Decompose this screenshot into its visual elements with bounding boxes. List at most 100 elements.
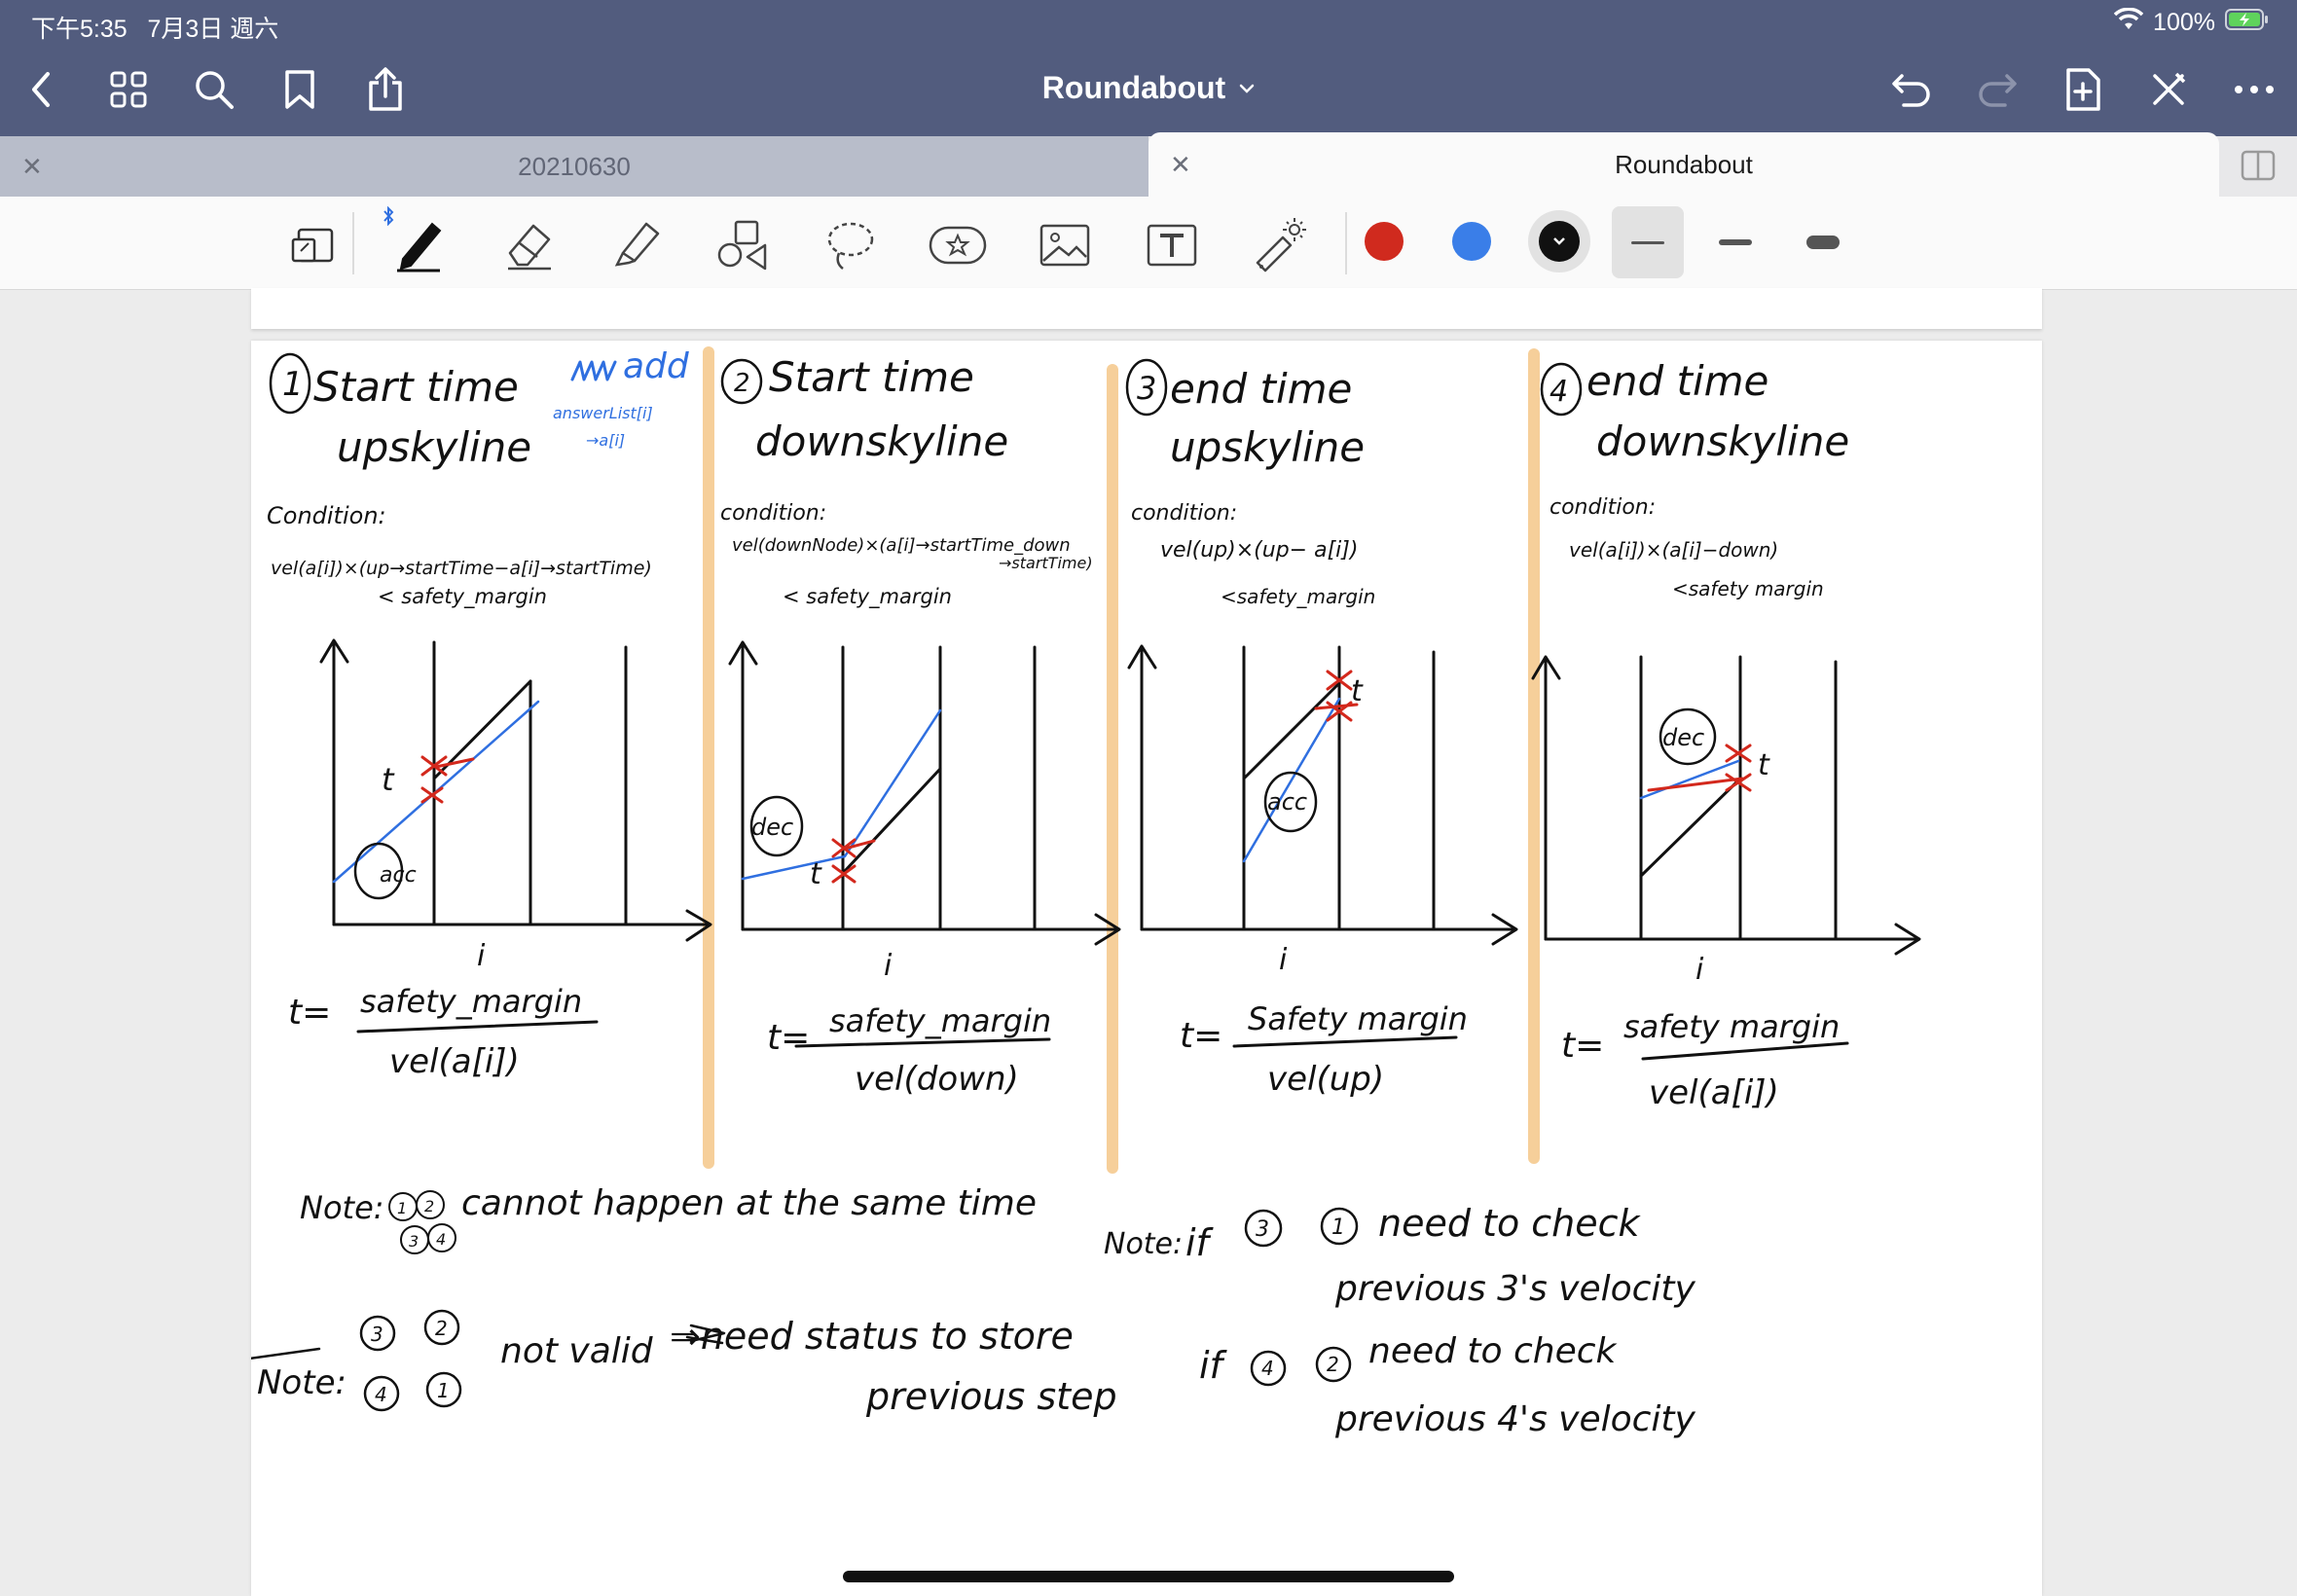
eraser-tool[interactable] bbox=[498, 214, 561, 276]
split-view-icon[interactable] bbox=[2241, 150, 2276, 186]
section-2-condition: vel(downNode)×(a[i]→startTime_down bbox=[732, 535, 1071, 556]
graph-4 bbox=[1531, 655, 1921, 956]
section-4-title-line2: downskyline bbox=[1596, 417, 1849, 465]
add-page-button[interactable] bbox=[2056, 62, 2110, 117]
tab-20210630[interactable]: ✕ 20210630 bbox=[0, 136, 1148, 197]
section-3-formula-lhs: t= bbox=[1180, 1016, 1222, 1056]
tab-roundabout[interactable]: ✕ Roundabout bbox=[1148, 132, 2219, 197]
section-4-number: 4 bbox=[1550, 375, 1568, 409]
share-icon bbox=[369, 67, 402, 111]
color-swatch-black-selected[interactable] bbox=[1528, 210, 1590, 272]
section-2-title-line2: downskyline bbox=[755, 417, 1008, 465]
bookmark-button[interactable] bbox=[273, 62, 327, 117]
image-tool[interactable] bbox=[1034, 214, 1096, 276]
search-button[interactable] bbox=[187, 62, 241, 117]
undo-button[interactable] bbox=[1884, 62, 1939, 117]
add-page-icon bbox=[2066, 68, 2100, 111]
document-title-menu[interactable]: Roundabout bbox=[1042, 70, 1255, 106]
top-bar: 下午5:35 7月3日 週六 100% Roundabout bbox=[0, 0, 2297, 136]
document-title-area: Roundabout bbox=[0, 70, 2297, 106]
note-3-circle-4: 4 bbox=[1261, 1357, 1274, 1380]
section-1-formula-denominator: vel(a[i]) bbox=[389, 1042, 520, 1081]
section-4-axis-label: i bbox=[1695, 953, 1704, 987]
more-button[interactable] bbox=[2227, 62, 2281, 117]
section-2-formula-denominator: vel(down) bbox=[855, 1060, 1019, 1099]
zoom-window-tool[interactable] bbox=[282, 214, 345, 276]
close-icon[interactable]: ✕ bbox=[1170, 150, 1191, 180]
section-3-formula-denominator: vel(up) bbox=[1267, 1060, 1384, 1099]
pen-tool[interactable] bbox=[383, 206, 450, 276]
note-3-need-1: need to check bbox=[1378, 1202, 1642, 1245]
chevron-down-icon bbox=[1539, 221, 1580, 262]
note-1-circle-1: 1 bbox=[397, 1199, 407, 1217]
section-1-t-label: t bbox=[382, 761, 395, 798]
stroke-thick-option[interactable] bbox=[1787, 206, 1859, 278]
toolbar-divider bbox=[352, 212, 354, 274]
thumbnails-button[interactable] bbox=[101, 62, 156, 117]
home-indicator[interactable] bbox=[843, 1571, 1454, 1582]
color-swatch-red[interactable] bbox=[1365, 222, 1404, 261]
note-3-if-2: if bbox=[1199, 1344, 1228, 1387]
stroke-medium-option[interactable] bbox=[1699, 206, 1771, 278]
section-4-condition-bound: <safety margin bbox=[1672, 577, 1824, 600]
color-swatch-blue[interactable] bbox=[1452, 222, 1491, 261]
highlighter-tool[interactable] bbox=[605, 214, 668, 276]
section-3-title-line1: end time bbox=[1170, 365, 1352, 413]
note-2-circle-2: 2 bbox=[435, 1317, 448, 1340]
note-2-not-valid: not valid bbox=[500, 1331, 654, 1371]
section-4-title-line1: end time bbox=[1586, 357, 1768, 405]
section-1-formula-lhs: t= bbox=[288, 993, 331, 1033]
drawing-toolbar bbox=[0, 197, 2297, 290]
shapes-tool[interactable] bbox=[712, 214, 775, 276]
note-1-circle-3: 3 bbox=[409, 1232, 419, 1251]
wifi-icon bbox=[2113, 7, 2144, 38]
section-1-number: 1 bbox=[282, 365, 304, 404]
thin-line-icon bbox=[1631, 240, 1664, 244]
chevron-left-icon bbox=[32, 72, 50, 107]
section-3-number: 3 bbox=[1137, 370, 1156, 407]
tab-label: Roundabout bbox=[1615, 149, 1753, 179]
text-icon bbox=[1147, 224, 1197, 267]
sticker-tool[interactable] bbox=[927, 214, 989, 276]
section-1-title-line1: Start time bbox=[313, 363, 519, 411]
note-2-previous-step: previous step bbox=[865, 1375, 1117, 1418]
stroke-thin-option[interactable] bbox=[1612, 206, 1684, 278]
eraser-icon bbox=[508, 224, 551, 271]
handwriting-canvas: 1 Start time upskyline Condition: vel(a[… bbox=[251, 346, 1921, 1439]
redo-button[interactable] bbox=[1970, 62, 2024, 117]
section-3-axis-label: i bbox=[1279, 943, 1288, 977]
note-3-circle-1: 1 bbox=[1331, 1215, 1345, 1240]
sticker-icon bbox=[929, 226, 987, 265]
section-1-formula-numerator: safety_margin bbox=[360, 983, 582, 1020]
note-2-need-status: ⇒need status to store bbox=[670, 1315, 1074, 1358]
status-clock: 下午5:35 7月3日 週六 bbox=[31, 16, 279, 43]
chevron-down-icon bbox=[1239, 84, 1255, 93]
section-1-condition-bound: < safety_margin bbox=[378, 585, 547, 609]
note-3-label: Note: bbox=[1104, 1227, 1183, 1261]
section-2-number: 2 bbox=[734, 369, 750, 398]
back-button[interactable] bbox=[14, 62, 68, 117]
section-1-condition-label: Condition: bbox=[267, 502, 386, 529]
note-page[interactable]: 1 Start time upskyline Condition: vel(a[… bbox=[251, 341, 2042, 1596]
close-icon[interactable]: ✕ bbox=[21, 152, 43, 182]
lasso-tool[interactable] bbox=[820, 214, 882, 276]
note-1-text: cannot happen at the same time bbox=[461, 1183, 1037, 1223]
collapse-toolbar-button[interactable] bbox=[2141, 62, 2196, 117]
section-3-title-line2: upskyline bbox=[1170, 423, 1365, 471]
section-4-formula-lhs: t= bbox=[1561, 1026, 1604, 1066]
text-tool[interactable] bbox=[1141, 214, 1203, 276]
laser-pointer-tool[interactable] bbox=[1248, 214, 1310, 276]
note-3-previous-1: previous 3's velocity bbox=[1334, 1269, 1696, 1309]
section-2-condition-cont: →startTime) bbox=[999, 554, 1093, 572]
image-icon bbox=[1039, 224, 1090, 267]
lasso-icon bbox=[827, 222, 874, 270]
note-3-circle-3: 3 bbox=[1256, 1217, 1269, 1242]
laser-pointer-icon bbox=[1256, 218, 1306, 272]
medium-line-icon bbox=[1719, 239, 1752, 245]
note-3-if-1: if bbox=[1185, 1221, 1215, 1264]
note-3-need-2: need to check bbox=[1368, 1331, 1619, 1371]
section-2-formula-numerator: safety_margin bbox=[829, 1002, 1051, 1039]
highlighter-icon bbox=[614, 222, 660, 267]
battery-charging-icon bbox=[2225, 8, 2270, 38]
share-button[interactable] bbox=[358, 62, 413, 117]
